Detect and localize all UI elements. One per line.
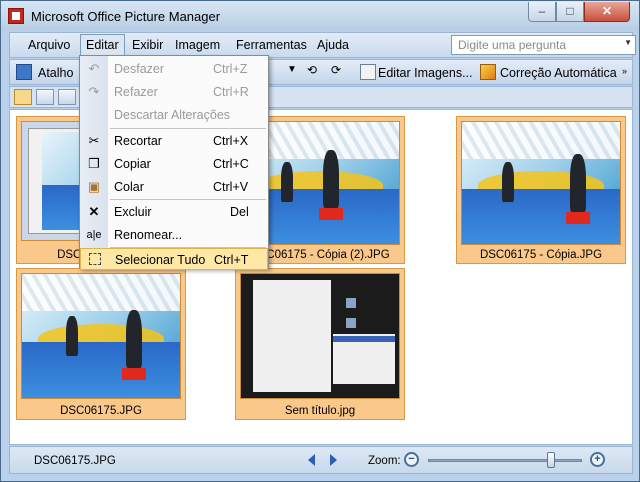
select-all-icon	[89, 253, 101, 265]
filmstrip-view-icon[interactable]	[36, 89, 54, 105]
thumbnail-caption: DSC06175.JPG	[60, 405, 142, 417]
window-title: Microsoft Office Picture Manager	[31, 9, 221, 24]
thumbnail-view-icon[interactable]	[14, 89, 32, 105]
menu-ajuda[interactable]: Ajuda	[317, 38, 349, 52]
shortcuts-icon[interactable]	[16, 64, 32, 80]
close-button[interactable]: ✕	[584, 2, 630, 22]
menu-imagem[interactable]: Imagem	[175, 38, 220, 52]
thumbnail-image	[240, 273, 400, 399]
shortcuts-button[interactable]: Atalho	[38, 66, 73, 80]
menu-item-cut[interactable]: ✂ Recortar Ctrl+X	[80, 130, 268, 152]
edit-menu-dropdown: ↶ Desfazer Ctrl+Z ↷ Refazer Ctrl+R Desca…	[79, 55, 269, 270]
rename-icon: a|e	[86, 229, 102, 241]
edit-images-button[interactable]: Editar Imagens...	[378, 66, 473, 80]
menu-item-redo[interactable]: ↷ Refazer Ctrl+R	[80, 81, 268, 103]
status-filename: DSC06175.JPG	[34, 455, 116, 467]
toolbar-overflow-icon[interactable]: ▼	[287, 64, 297, 75]
toolbar-options-icon[interactable]: »	[622, 66, 627, 76]
delete-icon: ✕	[88, 204, 100, 219]
scissors-icon: ✂	[88, 133, 100, 148]
zoom-out-icon[interactable]: −	[404, 452, 419, 467]
zoom-slider-thumb[interactable]	[547, 452, 555, 468]
zoom-label: Zoom:	[368, 455, 401, 467]
menu-item-discard-changes[interactable]: Descartar Alterações	[80, 104, 268, 126]
thumbnail-caption: Sem título.jpg	[284, 405, 356, 417]
title-bar[interactable]: Microsoft Office Picture Manager – □ ✕	[1, 1, 639, 31]
paste-icon: ▣	[87, 179, 101, 194]
undo-icon: ↶	[88, 61, 100, 76]
app-window: Microsoft Office Picture Manager – □ ✕ A…	[0, 0, 640, 482]
thumbnail-image	[21, 273, 181, 399]
menu-item-rename[interactable]: a|e Renomear...	[80, 224, 268, 246]
help-placeholder: Digite uma pergunta	[458, 38, 567, 52]
menu-arquivo[interactable]: Arquivo	[28, 38, 70, 52]
next-picture-icon[interactable]	[330, 454, 337, 466]
thumbnail-item[interactable]: DSC06175.JPG	[16, 268, 186, 420]
zoom-in-icon[interactable]: +	[590, 452, 605, 467]
picture-manager-icon	[8, 8, 24, 24]
rotate-right-icon[interactable]: ⟳	[331, 63, 349, 81]
menu-ferramentas[interactable]: Ferramentas	[236, 38, 307, 52]
chevron-down-icon[interactable]: ▼	[624, 38, 632, 47]
edit-images-icon[interactable]	[360, 64, 376, 80]
previous-picture-icon[interactable]	[308, 454, 315, 466]
zoom-slider[interactable]	[428, 452, 582, 468]
menu-editar[interactable]: Editar	[80, 34, 125, 55]
thumbnail-item[interactable]: DSC06175 - Cópia.JPG	[456, 116, 626, 264]
single-picture-view-icon[interactable]	[58, 89, 76, 105]
menu-item-paste[interactable]: ▣ Colar Ctrl+V	[80, 176, 268, 198]
copy-icon: ❐	[88, 156, 100, 171]
thumbnail-item[interactable]: Sem título.jpg	[235, 268, 405, 420]
auto-correct-button[interactable]: Correção Automática	[500, 66, 617, 80]
menu-item-copy[interactable]: ❐ Copiar Ctrl+C	[80, 153, 268, 175]
maximize-button[interactable]: □	[556, 2, 584, 22]
menu-item-undo[interactable]: ↶ Desfazer Ctrl+Z	[80, 58, 268, 80]
auto-correct-icon[interactable]	[480, 64, 496, 80]
menu-item-delete[interactable]: ✕ Excluir Del	[80, 201, 268, 223]
status-bar: DSC06175.JPG Zoom: − +	[9, 446, 633, 474]
menu-exibir[interactable]: Exibir	[132, 38, 163, 52]
thumbnail-image	[461, 121, 621, 245]
help-question-input[interactable]: Digite uma pergunta ▼	[451, 35, 636, 55]
menu-item-select-all[interactable]: Selecionar Tudo Ctrl+T	[80, 248, 268, 270]
rotate-left-icon[interactable]: ⟲	[307, 63, 325, 81]
thumbnail-caption: DSC06175 - Cópia.JPG	[479, 249, 603, 261]
redo-icon: ↷	[88, 84, 100, 99]
minimize-button[interactable]: –	[528, 2, 556, 22]
